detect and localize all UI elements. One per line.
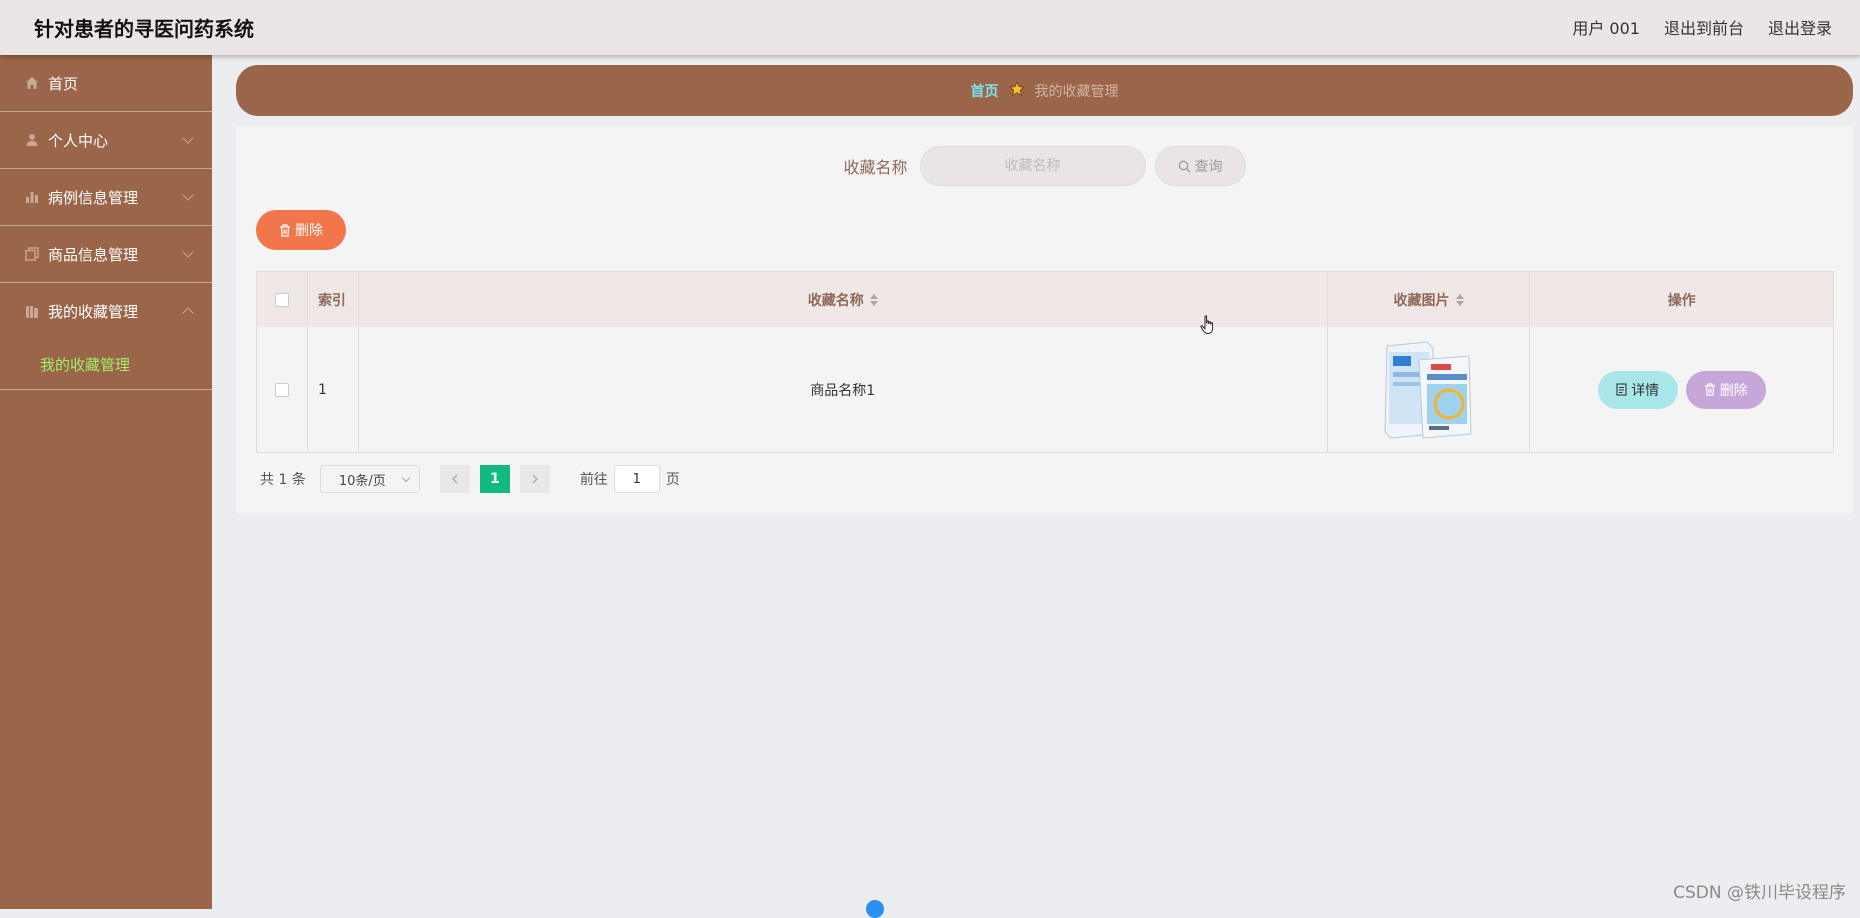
goto-label: 前往	[579, 472, 608, 488]
chevron-down-icon	[182, 246, 194, 258]
bar-chart-icon	[24, 189, 40, 205]
loading-indicator	[866, 900, 884, 918]
home-icon	[24, 75, 40, 91]
sidebar-subitem-my-favorites[interactable]: 我的收藏管理	[0, 340, 212, 390]
watermark: CSDN @铁川毕设程序	[1673, 883, 1846, 903]
sidebar-item-label: 首页	[48, 74, 79, 93]
query-button-label: 查询	[1194, 159, 1223, 175]
row-select-cell	[257, 327, 308, 452]
header-actions: 操作	[1530, 272, 1833, 327]
pagination-total: 共 1 条	[260, 472, 306, 488]
table-row: 1 商品名称1 详情 删除	[257, 327, 1833, 452]
medicine-box-image	[1384, 340, 1472, 439]
delete-button-label: 删除	[295, 223, 323, 239]
top-links: 用户 001 退出到前台 退出登录	[1572, 15, 1832, 39]
sidebar-item-label: 我的收藏管理	[48, 303, 139, 321]
header-index: 索引	[308, 272, 359, 327]
chevron-left-icon	[451, 474, 458, 484]
chevron-down-icon	[182, 132, 194, 144]
product-thumbnail[interactable]	[1379, 338, 1479, 442]
page-size-select[interactable]: 10条/页	[319, 465, 420, 493]
main-panel: 收藏名称 查询 删除 索引 收藏名称 收藏图片	[236, 126, 1853, 513]
trash-icon	[1704, 383, 1715, 396]
row-checkbox[interactable]	[274, 382, 289, 397]
select-all-checkbox[interactable]	[274, 292, 289, 307]
detail-button[interactable]: 详情	[1597, 370, 1678, 409]
hand-cursor-icon	[1200, 315, 1216, 339]
sidebar-item-label: 个人中心	[48, 131, 109, 150]
sidebar-item-label: 病例信息管理	[48, 188, 139, 207]
user-icon	[24, 132, 40, 148]
query-button[interactable]: 查询	[1154, 146, 1246, 186]
trash-icon	[280, 223, 290, 237]
sidebar: 首页 个人中心 病例信息管理 商品信息管理 我的收藏管理 我的收藏管理	[0, 55, 212, 909]
back-to-front-link[interactable]: 退出到前台	[1664, 15, 1744, 39]
chevron-up-icon	[182, 307, 194, 319]
row-index-value: 1	[317, 381, 327, 398]
breadcrumb: 首页 我的收藏管理	[236, 65, 1853, 116]
breadcrumb-home[interactable]: 首页	[971, 81, 999, 101]
sidebar-item-favorites[interactable]: 我的收藏管理	[0, 283, 212, 340]
logout-link[interactable]: 退出登录	[1768, 15, 1832, 39]
user-label[interactable]: 用户 001	[1572, 15, 1640, 39]
search-icon	[1178, 160, 1190, 172]
copy-icon	[24, 246, 40, 262]
top-bar: 针对患者的寻医问药系统 用户 001 退出到前台 退出登录	[0, 0, 1860, 55]
table-header: 索引 收藏名称 收藏图片 操作	[257, 272, 1833, 327]
detail-button-label: 详情	[1631, 382, 1660, 399]
row-index: 1	[308, 327, 359, 452]
delete-button[interactable]: 删除	[256, 210, 346, 250]
sidebar-item-case-info[interactable]: 病例信息管理	[0, 169, 212, 226]
row-actions: 详情 删除	[1530, 327, 1833, 452]
page-size-value: 10条/页	[338, 473, 386, 489]
header-name[interactable]: 收藏名称	[359, 272, 1328, 327]
header-image[interactable]: 收藏图片	[1328, 272, 1531, 327]
star-icon	[1008, 80, 1025, 101]
sort-icon[interactable]	[869, 293, 878, 306]
row-delete-button-label: 删除	[1719, 382, 1748, 399]
row-name-value: 商品名称1	[810, 382, 876, 399]
next-page-button[interactable]	[519, 465, 550, 493]
search-row: 收藏名称 查询	[236, 146, 1853, 186]
goto-page-input[interactable]	[613, 465, 660, 493]
header-name-label: 收藏名称	[807, 292, 864, 309]
library-icon	[24, 304, 40, 320]
favorites-table: 索引 收藏名称 收藏图片 操作 1 商品名称1 详情 删除	[256, 271, 1834, 453]
header-select-cell	[257, 272, 308, 327]
prev-page-button[interactable]	[439, 465, 470, 493]
app-title: 针对患者的寻医问药系统	[34, 17, 254, 41]
header-index-label: 索引	[317, 292, 346, 309]
search-input[interactable]	[919, 146, 1146, 186]
header-image-label: 收藏图片	[1393, 292, 1450, 309]
row-delete-button[interactable]: 删除	[1685, 370, 1766, 409]
row-image	[1328, 327, 1531, 452]
sidebar-item-home[interactable]: 首页	[0, 55, 212, 112]
pagination: 共 1 条 10条/页 1 前往 页	[260, 465, 680, 493]
chevron-right-icon	[532, 474, 538, 484]
sidebar-item-product-info[interactable]: 商品信息管理	[0, 226, 212, 283]
header-actions-label: 操作	[1667, 292, 1696, 309]
document-icon	[1616, 383, 1627, 396]
chevron-down-icon	[401, 473, 411, 483]
sidebar-item-personal-center[interactable]: 个人中心	[0, 112, 212, 169]
page-suffix: 页	[665, 472, 680, 488]
page-number-current[interactable]: 1	[479, 465, 510, 493]
search-label: 收藏名称	[843, 158, 908, 177]
breadcrumb-current: 我的收藏管理	[1034, 83, 1119, 100]
sort-icon[interactable]	[1455, 293, 1464, 306]
chevron-down-icon	[182, 189, 194, 201]
sidebar-item-label: 商品信息管理	[48, 245, 139, 264]
row-name: 商品名称1	[359, 327, 1328, 452]
